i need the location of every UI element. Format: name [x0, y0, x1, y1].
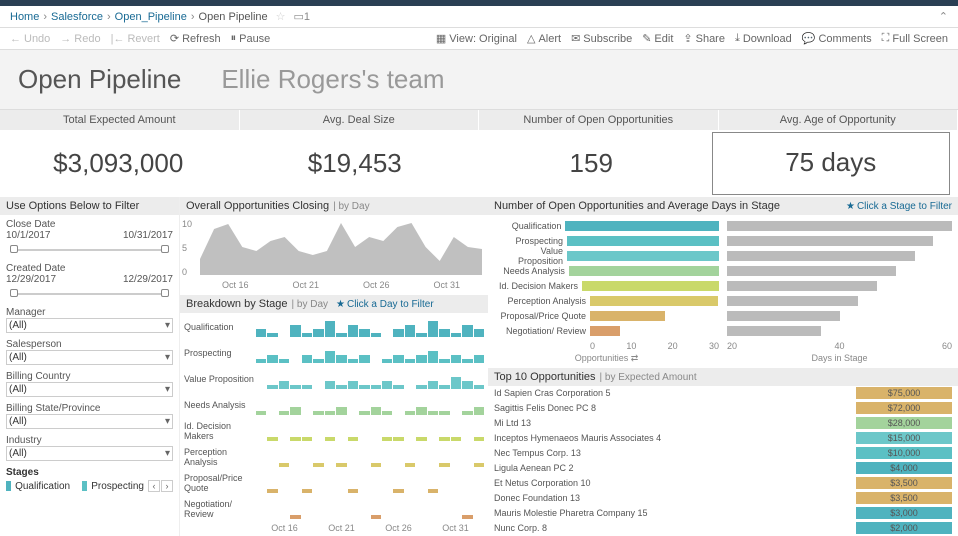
close-date-label: Close Date	[6, 219, 173, 230]
tabs-icon[interactable]: ▭1	[294, 10, 311, 23]
overall-chart-title: Overall Opportunities Closing	[186, 200, 329, 212]
table-row[interactable]: Donec Foundation 13$3,500	[494, 491, 952, 505]
kpi-val-1: $3,093,000	[0, 130, 237, 197]
table-row[interactable]: Nec Tempus Corp. 13$10,000	[494, 446, 952, 460]
edit-button[interactable]: ✎ Edit	[642, 32, 673, 45]
breadcrumb-home[interactable]: Home	[10, 11, 39, 23]
breadcrumb-current: Open Pipeline	[199, 11, 268, 23]
filters-heading: Use Options Below to Filter	[0, 197, 179, 215]
comments-button[interactable]: 💬 Comments	[802, 32, 872, 45]
view-button[interactable]: ▦ View: Original	[436, 32, 517, 45]
kpi-head-1: Total Expected Amount	[0, 110, 240, 130]
click-day-link[interactable]: ★Click a Day to Filter	[336, 299, 434, 310]
state-label: Billing State/Province	[6, 403, 173, 414]
table-row[interactable]: Sagittis Felis Donec PC 8$72,000	[494, 401, 952, 415]
breakdown-chart[interactable]: QualificationProspectingValue Propositio…	[180, 313, 488, 535]
stages-label: Stages	[6, 467, 173, 478]
prospecting-swatch[interactable]	[82, 481, 87, 491]
stages-prev[interactable]: ‹	[148, 480, 160, 492]
favorite-icon[interactable]: ☆	[276, 10, 286, 23]
table-row[interactable]: Inceptos Hymenaeos Mauris Associates 4$1…	[494, 431, 952, 445]
breakdown-chart-title: Breakdown by Stage	[186, 298, 288, 310]
table-row[interactable]: Nunc Corp. 8$2,000	[494, 521, 952, 535]
created-date-label: Created Date	[6, 263, 173, 274]
industry-label: Industry	[6, 435, 173, 446]
table-row[interactable]: Mauris Molestie Pharetra Company 15$3,00…	[494, 506, 952, 520]
manager-label: Manager	[6, 307, 173, 318]
state-select[interactable]: (All)▾	[6, 414, 173, 429]
close-date-slider[interactable]	[10, 243, 169, 257]
breadcrumb-salesforce[interactable]: Salesforce	[51, 11, 103, 23]
refresh-button[interactable]: ⟳ Refresh	[170, 32, 221, 45]
undo-button[interactable]: ← Undo	[10, 33, 50, 45]
table-row[interactable]: Mi Ltd 13$28,000	[494, 416, 952, 430]
kpi-head-2: Avg. Deal Size	[240, 110, 480, 130]
kpi-val-2: $19,453	[237, 130, 474, 197]
kpi-val-3: 159	[473, 130, 710, 197]
revert-button[interactable]: |← Revert	[111, 33, 160, 45]
salesperson-label: Salesperson	[6, 339, 173, 350]
toolbar: ← Undo → Redo |← Revert ⟳ Refresh ⏸ Paus…	[0, 27, 958, 50]
country-label: Billing Country	[6, 371, 173, 382]
table-row[interactable]: Ligula Aenean PC 2$4,000	[494, 461, 952, 475]
overall-area-chart[interactable]: 10 5 0 Oct 16Oct 21 Oct 26Oct 31	[180, 215, 488, 295]
qualification-swatch[interactable]	[6, 481, 11, 491]
kpi-head-4: Avg. Age of Opportunity	[719, 110, 958, 130]
table-row[interactable]: Id Sapien Cras Corporation 5$75,000	[494, 386, 952, 400]
manager-select[interactable]: (All)▾	[6, 318, 173, 333]
fullscreen-button[interactable]: ⛶ Full Screen	[882, 32, 948, 45]
download-button[interactable]: ⤓ Download	[735, 32, 792, 45]
subscribe-button[interactable]: ✉ Subscribe	[571, 32, 632, 45]
created-date-slider[interactable]	[10, 287, 169, 301]
top10-table[interactable]: Id Sapien Cras Corporation 5$75,000Sagit…	[488, 386, 958, 535]
breadcrumb-workbook[interactable]: Open_Pipeline	[115, 11, 187, 23]
kpi-head-3: Number of Open Opportunities	[479, 110, 719, 130]
team-title: Ellie Rogers's team	[221, 64, 444, 95]
stages-next[interactable]: ›	[161, 480, 173, 492]
page-title: Open Pipeline	[18, 64, 181, 95]
salesperson-select[interactable]: (All)▾	[6, 350, 173, 365]
breadcrumb: Home› Salesforce› Open_Pipeline› Open Pi…	[0, 6, 958, 27]
kpi-val-4[interactable]: 75 days	[712, 132, 951, 195]
redo-button[interactable]: → Redo	[60, 33, 100, 45]
collapse-icon[interactable]: ⌃	[939, 10, 948, 23]
pause-button[interactable]: ⏸ Pause	[231, 32, 271, 45]
alert-button[interactable]: △ Alert	[527, 32, 561, 45]
stage-chart-title: Number of Open Opportunities and Average…	[494, 200, 780, 212]
country-select[interactable]: (All)▾	[6, 382, 173, 397]
click-stage-link[interactable]: ★Click a Stage to Filter	[846, 201, 952, 212]
industry-select[interactable]: (All)▾	[6, 446, 173, 461]
table-row[interactable]: Et Netus Corporation 10$3,500	[494, 476, 952, 490]
share-button[interactable]: ⇪ Share	[683, 32, 725, 45]
top10-title: Top 10 Opportunities	[494, 371, 596, 383]
stage-hbar-chart[interactable]: QualificationProspectingValue Propositio…	[488, 215, 958, 368]
